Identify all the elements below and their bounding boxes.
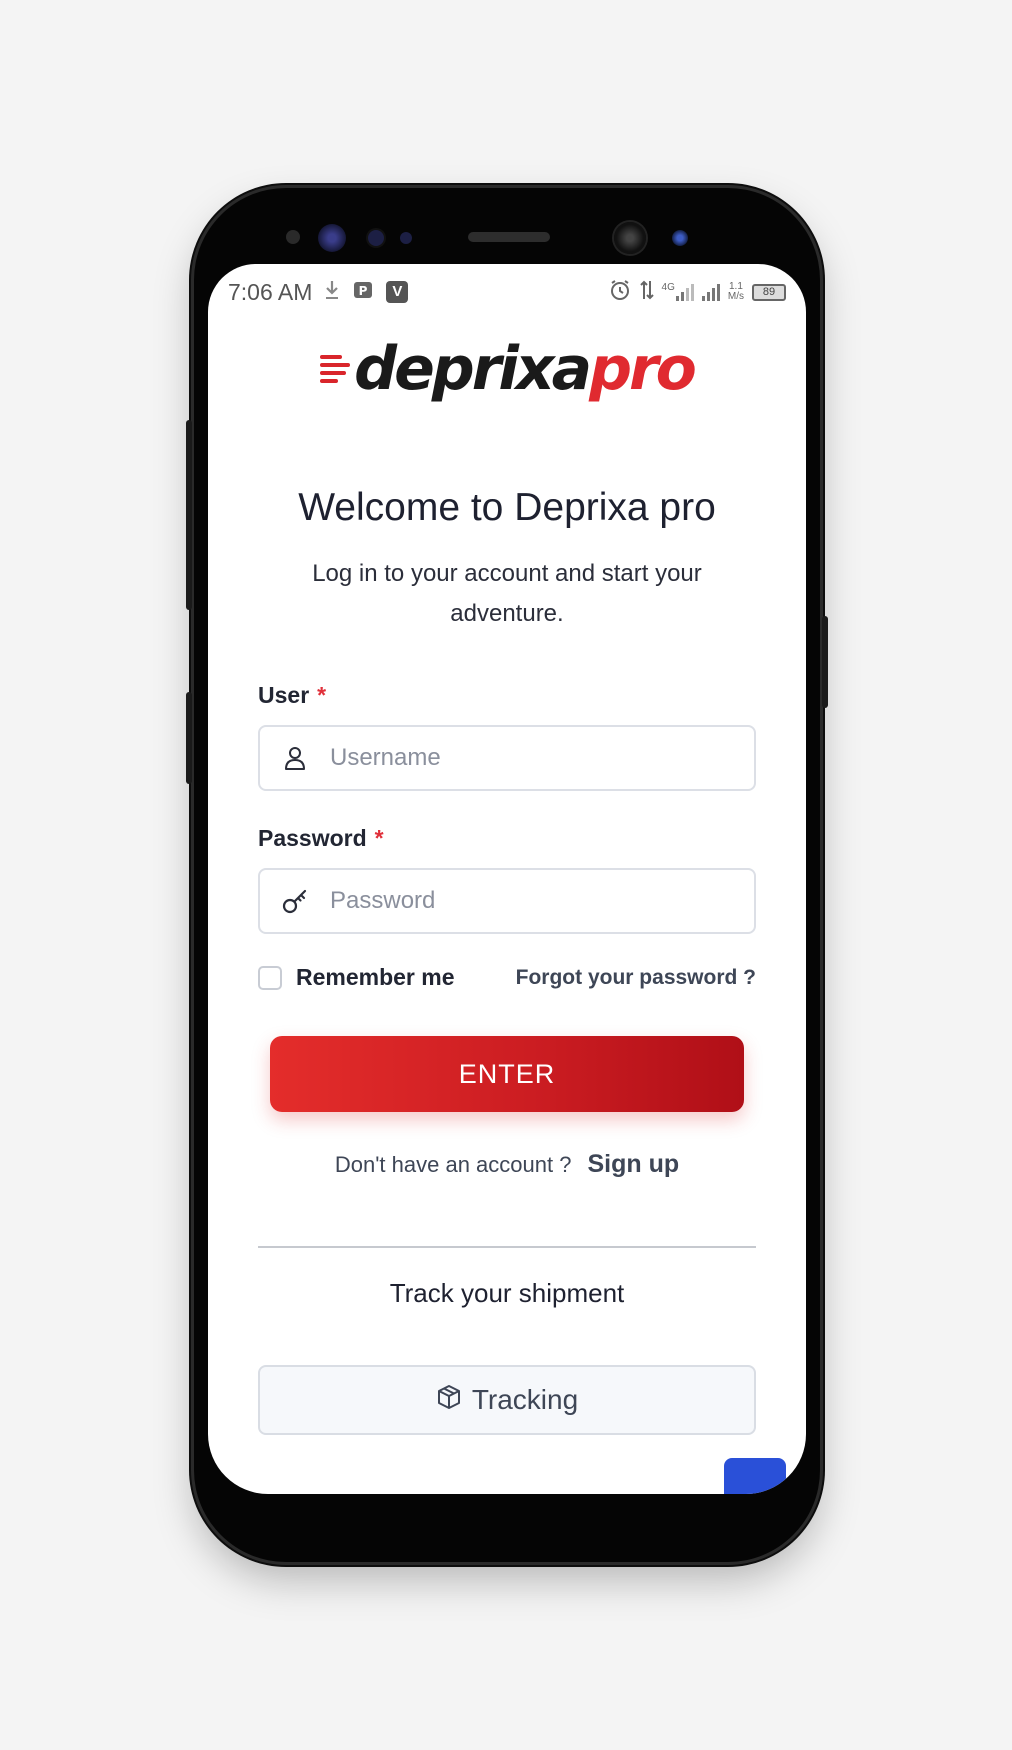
page-subtitle: Log in to your account and start your ad… [312,560,702,627]
password-field[interactable] [258,868,756,934]
user-icon [260,745,330,771]
ir-led [672,230,688,246]
signup-link[interactable]: Sign up [587,1150,679,1178]
proximity-sensor [368,230,384,246]
svg-text:P: P [359,284,368,298]
password-label: Password * [258,825,384,852]
data-transfer-icon [639,279,654,306]
light-sensor [400,232,412,244]
remember-me[interactable]: Remember me [258,964,455,991]
speed-lines-icon [320,355,351,383]
logo-text-dark: deprixa [354,334,592,404]
required-mark: * [317,682,327,708]
logo-text-red: pro [589,334,697,404]
no-account-text: Don't have an account ? [334,1152,572,1177]
iris-scanner [318,224,346,252]
user-label-text: User [258,682,310,708]
password-label-text: Password [258,825,367,851]
signup-row: Don't have an account ? Sign up [208,1150,806,1179]
signal-strength-icon [675,283,694,301]
page-title: Welcome to Deprixa pro [298,486,716,529]
status-time: 7:06 AM [228,278,313,305]
bixby-button [186,692,192,784]
signal-strength-icon-2 [701,283,720,301]
sensor [286,230,300,244]
parking-app-icon: P [352,279,374,306]
phone-screen: 7:06 AM P V 4G 1.1 M/s 89 deprixa pro We… [208,264,806,1494]
key-icon [260,887,330,915]
power-button [822,616,828,708]
enter-button[interactable]: ENTER [270,1036,744,1112]
app-logo: deprixa pro [208,334,806,414]
tracking-button[interactable]: Tracking [258,1365,756,1435]
network-type: 4G [661,282,675,293]
battery-icon: 89 [752,283,786,301]
network-speed-unit: M/s [727,291,744,302]
app-badge-icon: V [386,281,409,303]
scroll-top-button[interactable] [724,1458,786,1494]
earpiece-speaker [468,232,550,242]
password-input[interactable] [330,887,730,915]
section-divider [258,1246,756,1248]
username-input[interactable] [330,744,730,772]
forgot-password-link[interactable]: Forgot your password ? [516,966,756,990]
track-shipment-title: Track your shipment [389,1278,625,1308]
remember-me-checkbox[interactable] [258,965,282,990]
status-bar: 7:06 AM P V 4G 1.1 M/s 89 [208,264,806,320]
volume-button [186,420,192,610]
alarm-icon [608,278,632,307]
tracking-button-label: Tracking [471,1384,579,1415]
user-label: User * [258,682,326,709]
front-camera [614,222,646,254]
phone-frame: 7:06 AM P V 4G 1.1 M/s 89 deprixa pro We… [186,188,828,1562]
package-icon [436,1384,462,1417]
download-icon [324,279,340,306]
remember-me-label[interactable]: Remember me [296,964,455,991]
username-field[interactable] [258,725,756,791]
required-mark: * [374,825,384,851]
